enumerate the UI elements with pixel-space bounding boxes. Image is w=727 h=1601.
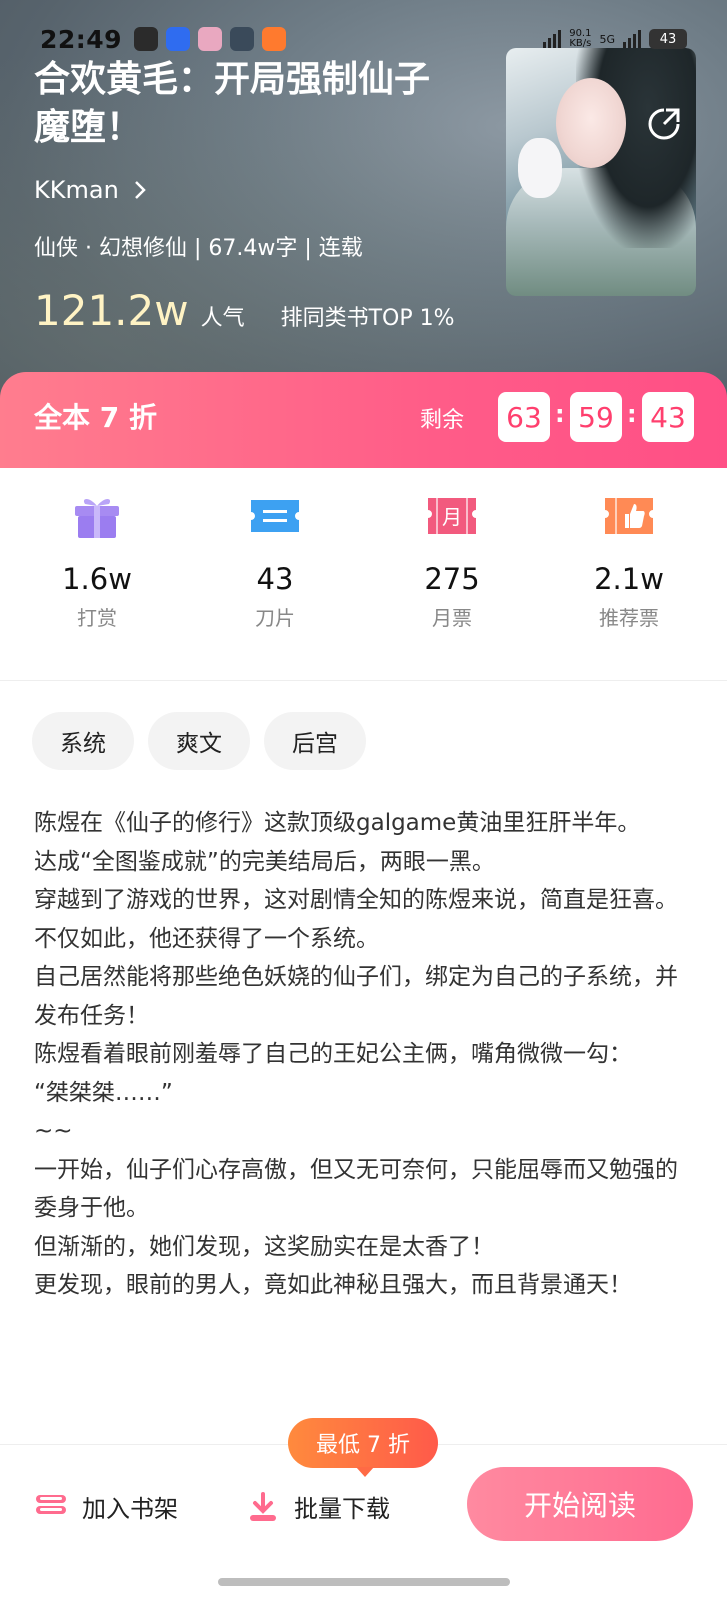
- description-paragraph: ~~: [34, 1118, 73, 1144]
- stat-value: 275: [424, 562, 480, 596]
- add-to-shelf-button[interactable]: 加入书架: [34, 1489, 178, 1524]
- discount-label: 全本 7 折: [34, 401, 157, 434]
- app-notification-icon: [134, 27, 159, 51]
- stat-value: 43: [256, 562, 294, 596]
- gift-icon: [75, 499, 119, 538]
- monthly-ticket-icon: 月: [428, 498, 476, 534]
- stat-value: 1.6w: [62, 562, 132, 596]
- description-paragraph: 陈煜看着眼前刚羞辱了自己的王妃公主俩，嘴角微微一勾：: [34, 1041, 632, 1067]
- stat-label: 月票: [432, 606, 472, 630]
- add-to-shelf-label: 加入书架: [82, 1495, 178, 1523]
- home-indicator[interactable]: [218, 1578, 510, 1586]
- thumbs-up-ticket-icon: [605, 498, 653, 534]
- stat-tip[interactable]: 1.6w 打赏: [22, 492, 172, 631]
- description-paragraph: “桀桀桀……”: [34, 1079, 173, 1106]
- chevron-right-icon: [134, 181, 146, 199]
- book-meta: 仙侠 · 幻想修仙 | 67.4w字 | 连载: [34, 236, 363, 261]
- tag-list: 系统 爽文 后宫: [32, 712, 366, 770]
- stat-label: 打赏: [77, 606, 117, 630]
- description-paragraph: 但渐渐的，她们发现，这奖励实在是太香了！: [34, 1233, 494, 1260]
- download-icon: [250, 1491, 276, 1521]
- tag-system[interactable]: 系统: [32, 712, 134, 770]
- stat-blade[interactable]: 43 刀片: [200, 492, 350, 631]
- book-cover[interactable]: [506, 48, 696, 296]
- status-bar: 22:49 90.1 KB/s 5G 43: [40, 22, 687, 56]
- description-paragraph: 陈煜在《仙子的修行》这款顶级galgame黄油里狂肝半年。: [34, 810, 641, 836]
- countdown-hours: 63: [498, 392, 550, 442]
- status-time: 22:49: [40, 24, 123, 54]
- author-link[interactable]: KKman: [34, 176, 147, 204]
- stat-label: 刀片: [255, 606, 295, 630]
- start-reading-button[interactable]: 开始阅读: [467, 1467, 693, 1541]
- description-paragraph: 达成“全图鉴成就”的完美结局后，两眼一黑。: [34, 848, 495, 875]
- countdown-separator: :: [555, 400, 565, 428]
- share-icon[interactable]: [646, 106, 682, 142]
- remaining-label: 剩余: [420, 408, 465, 433]
- signal-icon: [623, 30, 641, 48]
- description-paragraph: 不仅如此，他还获得了一个系统。: [34, 925, 379, 952]
- signal-icon: [543, 30, 562, 48]
- batch-download-label: 批量下载: [294, 1495, 390, 1523]
- tag-cool[interactable]: 爽文: [148, 712, 250, 770]
- popularity-row: 121.2w 人气 排同类书TOP 1%: [34, 286, 455, 335]
- description-paragraph: 穿越到了游戏的世界，这对剧情全知的陈煜来说，简直是狂喜。: [34, 887, 678, 913]
- app-notification-icon: [166, 27, 191, 51]
- countdown-separator: :: [627, 400, 637, 428]
- book-header: 22:49 90.1 KB/s 5G 43 合欢黄毛：开局强制仙子魔堕！ KKm…: [0, 0, 727, 420]
- description-paragraph: 自己居然能将那些绝色妖娆的仙子们，绑定为自己的子系统，并发布任务！: [34, 964, 678, 1029]
- battery-icon: 43: [649, 29, 687, 49]
- popularity-value: 121.2w: [34, 286, 189, 335]
- monthly-ticket-glyph: 月: [442, 505, 462, 529]
- network-speed-unit: KB/s: [569, 38, 592, 49]
- bookshelf-icon: [36, 1494, 66, 1514]
- stat-value: 2.1w: [594, 562, 664, 596]
- notification-icons: [134, 27, 287, 51]
- app-notification-icon: [198, 27, 223, 51]
- discount-bubble: 最低 7 折: [288, 1418, 438, 1477]
- stat-label: 推荐票: [599, 606, 659, 630]
- book-description[interactable]: 陈煜在《仙子的修行》这款顶级galgame黄油里狂肝半年。 达成“全图鉴成就”的…: [34, 804, 694, 1418]
- countdown-minutes: 59: [570, 392, 622, 442]
- stat-recommend-ticket[interactable]: 2.1w 推荐票: [554, 492, 704, 631]
- app-notification-icon: [262, 27, 287, 51]
- description-paragraph: 更发现，眼前的男人，竟如此神秘且强大，而且背景通天！: [34, 1272, 632, 1298]
- discount-banner[interactable]: 全本 7 折 剩余 63 : 59 : 43: [0, 372, 727, 468]
- stats-row: 1.6w 打赏 43 刀片 月 275 月票 2.1w 推荐票: [0, 468, 727, 681]
- network-type: 5G: [599, 32, 615, 46]
- batch-download-button[interactable]: 批量下载: [246, 1489, 390, 1524]
- description-paragraph: 一开始，仙子们心存高傲，但又无可奈何，只能屈辱而又勉强的委身于他。: [34, 1156, 678, 1222]
- countdown-seconds: 43: [642, 392, 694, 442]
- rank-label: 排同类书TOP 1%: [280, 306, 455, 331]
- system-indicators: 90.1 KB/s 5G 43: [543, 29, 687, 49]
- book-title: 合欢黄毛：开局强制仙子魔堕！: [34, 59, 431, 148]
- popularity-label: 人气: [200, 306, 245, 331]
- tag-harem[interactable]: 后宫: [264, 712, 366, 770]
- author-name: KKman: [34, 176, 119, 204]
- ticket-icon: [251, 500, 299, 532]
- stat-monthly-ticket[interactable]: 月 275 月票: [377, 492, 527, 631]
- app-notification-icon: [230, 27, 255, 51]
